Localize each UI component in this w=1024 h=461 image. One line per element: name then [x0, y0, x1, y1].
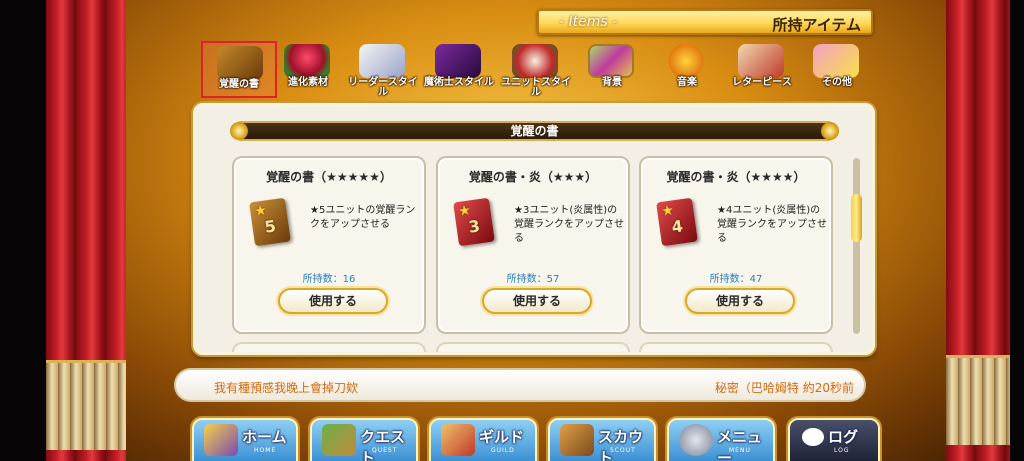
right-curtain [946, 0, 1010, 461]
nav-label: ログ [828, 428, 859, 446]
item-name: 覚醒の書・炎（★★★★） [666, 170, 806, 184]
owned-count: 所持数：57 [506, 274, 560, 285]
chat-meta: 秘密（巴哈姆特 約20秒前 [714, 381, 854, 395]
flower-icon [284, 44, 330, 78]
game-screen: - Items - 所持アイテム 覚醒の書 進化素材 リーダースタイル 魔術士ス… [0, 0, 1024, 461]
nav-sublabel: QUEST [372, 447, 398, 454]
misc-icon [813, 44, 859, 78]
section-header: 覚醒の書 [230, 121, 839, 141]
item-card-partial [232, 342, 426, 352]
owned-count: 所持数：47 [709, 274, 763, 285]
background-icon [588, 44, 634, 78]
use-button[interactable]: 使用する [278, 288, 388, 314]
nav-label: クエスト [360, 428, 406, 461]
tab-label: ユニットスタイル [501, 77, 571, 98]
item-card: 覚醒の書（★★★★★） ★ 5 ★5ユニットの覚醒ランクをアップさせる 所持数：… [232, 156, 426, 334]
scrollbar-thumb[interactable] [851, 194, 862, 242]
title-banner: - Items - 所持アイテム [537, 9, 873, 35]
quest-map-icon [322, 424, 356, 456]
item-description: ★5ユニットの覚醒ランクをアップさせる [310, 205, 416, 230]
scrollbar[interactable] [851, 158, 862, 334]
owned-count: 所持数：16 [302, 274, 356, 285]
scout-board-icon [560, 424, 594, 456]
book-rank: 3 [467, 216, 482, 237]
tab-music[interactable]: 音楽 [649, 41, 725, 98]
left-curtain [46, 0, 126, 461]
book-rank: 4 [670, 216, 685, 237]
chat-message: 我有種預感我晚上會掉刀欸 [214, 381, 359, 395]
book-rank: 5 [263, 216, 278, 237]
tab-label: 進化素材 [288, 77, 328, 88]
music-note-icon [663, 44, 709, 78]
home-tent-icon [204, 424, 238, 456]
tab-letter-piece[interactable]: レターピース [724, 41, 800, 98]
awakening-book-icon [217, 46, 263, 80]
curtain-fringe [46, 360, 126, 450]
gear-icon [679, 424, 713, 456]
nav-sublabel: GUILD [491, 447, 515, 454]
tab-mage-style[interactable]: 魔術士スタイル [421, 41, 497, 98]
tab-background[interactable]: 背景 [574, 41, 650, 98]
item-panel: 覚醒の書 覚醒の書（★★★★★） ★ 5 ★5ユニットの覚醒ランクをアップさせる… [193, 103, 875, 355]
tab-unit-style[interactable]: ユニットスタイル [498, 41, 574, 98]
use-button[interactable]: 使用する [482, 288, 592, 314]
category-tabs: 覚醒の書 進化素材 リーダースタイル 魔術士スタイル ユニットスタイル 背景 音… [193, 41, 876, 98]
item-card-partial [436, 342, 630, 352]
item-card: 覚醒の書・炎（★★★★） ★ 4 ★4ユニット(炎属性)の覚醒ランクをアップさせ… [639, 156, 833, 334]
nav-quest-button[interactable]: クエスト QUEST [310, 418, 418, 461]
tab-awakening-book[interactable]: 覚醒の書 [201, 41, 277, 98]
leader-style-icon [359, 44, 405, 78]
tab-label: 音楽 [677, 77, 697, 88]
nav-scout-button[interactable]: スカウト SCOUT [548, 418, 656, 461]
title-en: - Items - [559, 14, 618, 30]
nav-guild-button[interactable]: ギルド GUILD [429, 418, 537, 461]
nav-sublabel: MENU [729, 447, 751, 454]
mage-style-icon [435, 44, 481, 78]
tab-label: その他 [822, 77, 852, 88]
unit-style-icon [512, 44, 558, 78]
tab-label: 魔術士スタイル [424, 77, 494, 88]
nav-sublabel: HOME [254, 447, 277, 454]
nav-home-button[interactable]: ホーム HOME [192, 418, 298, 461]
nav-log-button[interactable]: ログ LOG [788, 418, 880, 461]
item-name: 覚醒の書（★★★★★） [266, 170, 392, 184]
tab-leader-style[interactable]: リーダースタイル [345, 41, 421, 98]
fire-awakening-book-icon: ★ 4 [656, 197, 698, 247]
awakening-book-icon: ★ 5 [249, 197, 291, 247]
fire-awakening-book-icon: ★ 3 [453, 197, 495, 247]
tab-label: レターピース [732, 77, 792, 88]
tab-label: 背景 [602, 77, 622, 88]
item-card: 覚醒の書・炎（★★★） ★ 3 ★3ユニット(炎属性)の覚醒ランクをアップさせる… [436, 156, 630, 334]
use-button[interactable]: 使用する [685, 288, 795, 314]
nav-label: メニュー [717, 428, 763, 461]
item-card-partial [639, 342, 833, 352]
nav-menu-button[interactable]: メニュー MENU [667, 418, 775, 461]
tab-label: 覚醒の書 [219, 79, 259, 90]
section-title: 覚醒の書 [510, 124, 559, 138]
title-jp: 所持アイテム [772, 16, 861, 34]
item-description: ★4ユニット(炎属性)の覚醒ランクをアップさせる [717, 205, 827, 244]
chat-ticker[interactable]: 我有種預感我晚上會掉刀欸 秘密（巴哈姆特 約20秒前 [174, 368, 866, 402]
nav-sublabel: SCOUT [610, 447, 636, 454]
tab-label: リーダースタイル [348, 77, 418, 98]
nav-label: ホーム [242, 428, 287, 446]
header-ornament-right [821, 122, 839, 140]
left-black-bar [0, 0, 48, 461]
nav-label: ギルド [479, 428, 525, 446]
item-name: 覚醒の書・炎（★★★） [468, 170, 598, 184]
chat-bubble-icon [802, 428, 824, 446]
header-ornament-left [230, 122, 248, 140]
curtain-fringe [946, 355, 1010, 445]
tab-evolution-material[interactable]: 進化素材 [270, 41, 346, 98]
item-description: ★3ユニット(炎属性)の覚醒ランクをアップさせる [514, 205, 624, 244]
nav-label: スカウト [598, 428, 644, 461]
guild-castle-icon [441, 424, 475, 456]
letter-piece-icon [738, 44, 784, 78]
tab-misc[interactable]: その他 [799, 41, 875, 98]
right-black-bar [1008, 0, 1024, 461]
nav-sublabel: LOG [834, 447, 850, 454]
